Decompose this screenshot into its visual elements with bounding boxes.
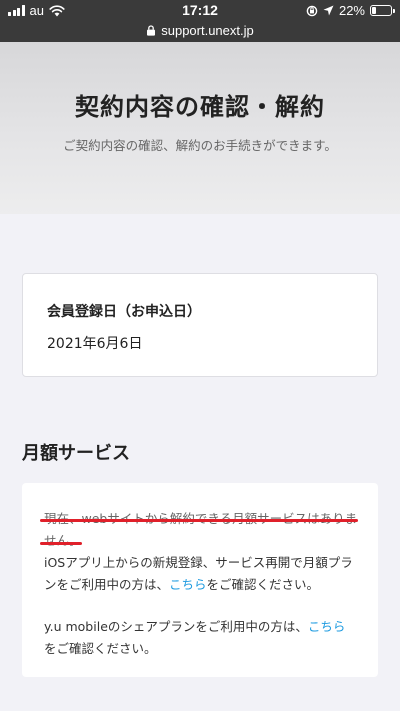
status-right-group: 22% <box>306 3 395 18</box>
no-services-notice-line2: せん。 <box>44 533 82 548</box>
ymobile-notice-line1: y.u mobileのシェアプランをご利用中の方は、こちら <box>44 616 345 635</box>
page-header: 契約内容の確認・解約 ご契約内容の確認、解約のお手続きができます。 <box>0 42 400 214</box>
page-title: 契約内容の確認・解約 <box>75 93 325 121</box>
orientation-lock-icon <box>306 5 318 16</box>
battery-icon <box>370 5 395 16</box>
url-text: support.unext.jp <box>161 22 254 38</box>
ymobile-notice-line2: をご確認ください。 <box>44 641 157 656</box>
status-row: au 17:12 22% <box>0 0 400 22</box>
registration-date-value: 2021年6月6日 <box>47 336 143 352</box>
ios-notice-line2: ンをご利用中の方は、こちらをご確認ください。 <box>44 574 319 593</box>
lock-icon <box>147 24 156 36</box>
status-bar: au 17:12 22% support.unext.jp <box>0 0 400 42</box>
registration-card: 会員登録日（お申込日） 2021年6月6日 <box>22 273 378 377</box>
location-arrow-icon <box>323 5 334 16</box>
battery-fill <box>372 7 376 14</box>
battery-percent: 22% <box>338 3 365 18</box>
highlight-underline <box>40 542 82 545</box>
no-services-notice-line1: 現在、webサイトから解約できる月額サービスはありま <box>44 508 357 527</box>
monthly-services-heading: 月額サービス <box>22 443 130 464</box>
ios-notice-line1: iOSアプリ上からの新規登録、サービス再開で月額プラ <box>44 555 353 570</box>
registration-date-label: 会員登録日（お申込日） <box>47 304 201 320</box>
highlight-underline <box>40 519 358 522</box>
ymobile-notice-prefix: y.u mobileのシェアプランをご利用中の方は、 <box>44 619 308 634</box>
ios-notice-suffix: をご確認ください。 <box>206 577 320 592</box>
ios-here-link[interactable]: こちら <box>169 577 207 592</box>
ymobile-here-link[interactable]: こちら <box>308 619 346 634</box>
page-subtitle: ご契約内容の確認、解約のお手続きができます。 <box>63 138 337 153</box>
monthly-services-card: 現在、webサイトから解約できる月額サービスはありま せん。 iOSアプリ上から… <box>22 483 378 677</box>
address-bar[interactable]: support.unext.jp <box>0 21 400 39</box>
ios-notice-prefix: ンをご利用中の方は、 <box>44 577 170 592</box>
